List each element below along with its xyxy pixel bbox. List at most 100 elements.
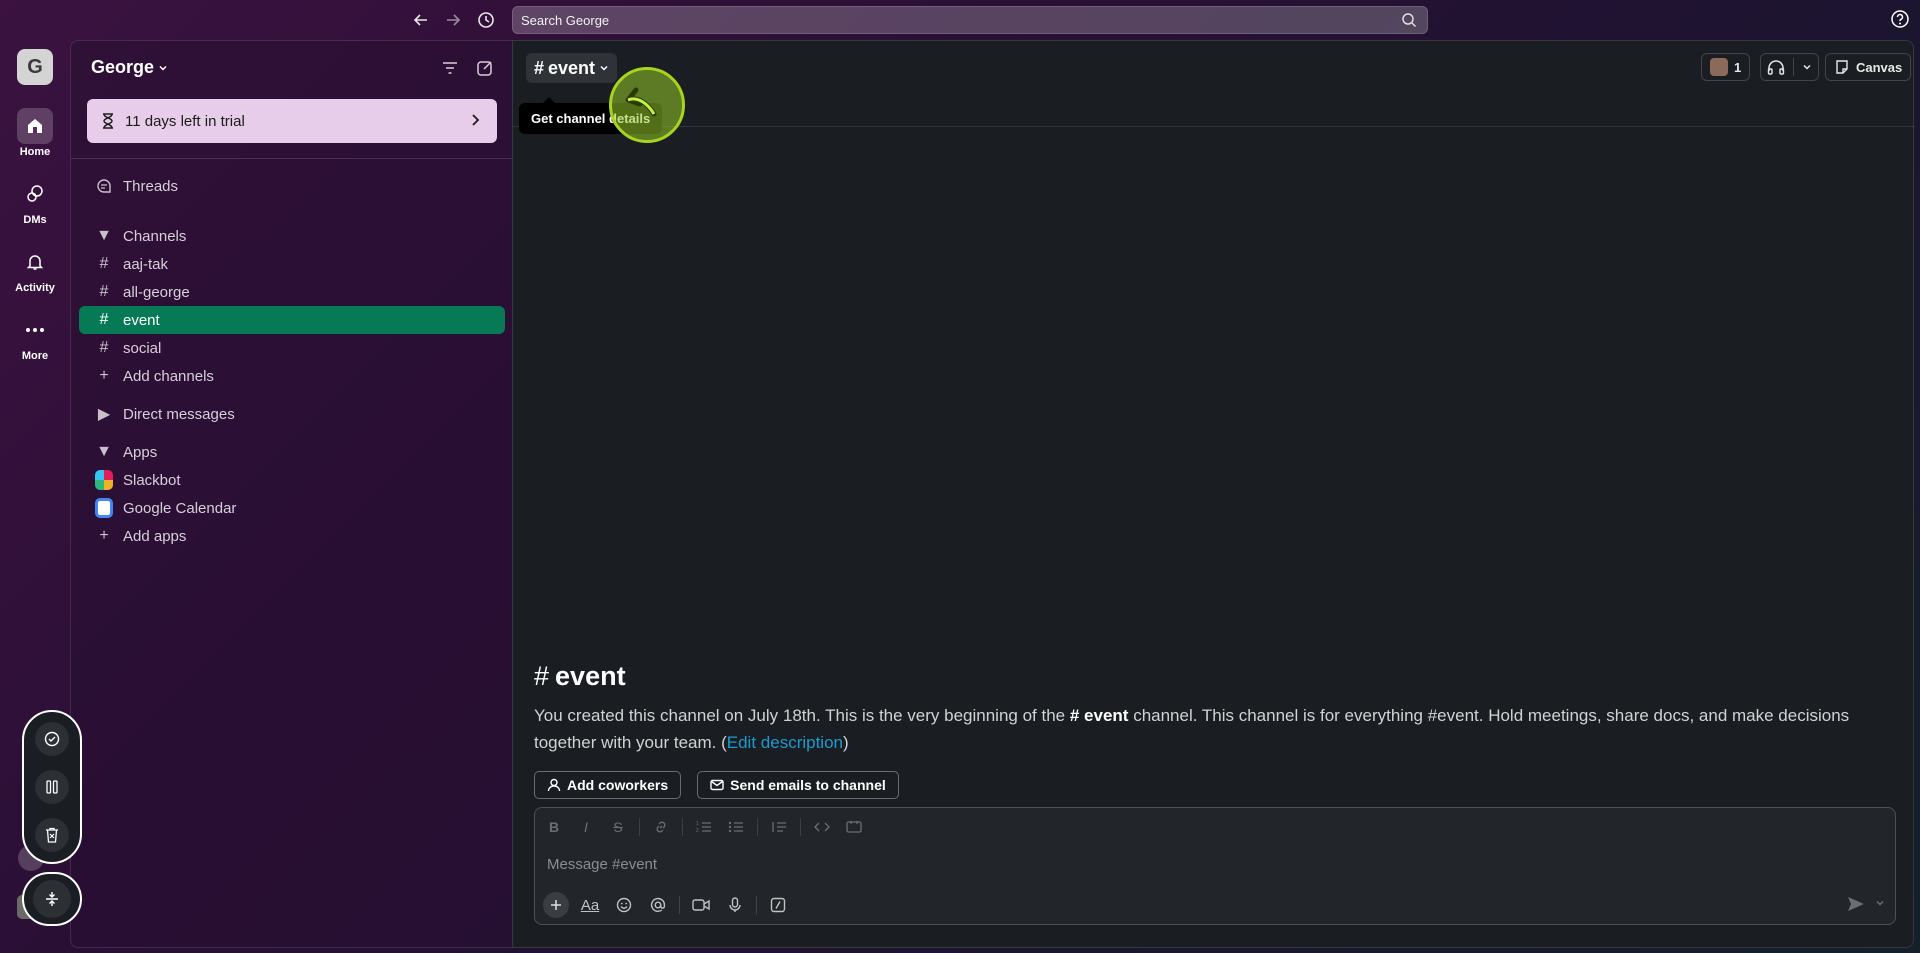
chevron-down-icon[interactable] bbox=[1875, 898, 1885, 908]
email-icon bbox=[710, 779, 724, 791]
mention-icon[interactable] bbox=[645, 892, 671, 918]
plus-icon: + bbox=[99, 527, 109, 544]
channel-label: event bbox=[123, 311, 160, 329]
code-icon[interactable] bbox=[811, 816, 833, 838]
recorder-collapse-widget bbox=[22, 872, 82, 926]
svg-text:2: 2 bbox=[696, 828, 699, 834]
section-label: Channels bbox=[123, 227, 187, 245]
hash-icon: # bbox=[534, 661, 550, 691]
link-icon[interactable] bbox=[650, 816, 672, 838]
hash-icon: # bbox=[99, 339, 109, 356]
rail-activity[interactable]: Activity bbox=[0, 244, 70, 294]
slackbot-icon bbox=[95, 470, 113, 490]
workspace-avatar[interactable]: G bbox=[17, 49, 53, 85]
microphone-icon[interactable] bbox=[722, 892, 748, 918]
add-apps-label: Add apps bbox=[123, 527, 187, 545]
search-bar[interactable]: Search George bbox=[512, 6, 1428, 34]
check-icon[interactable] bbox=[35, 722, 69, 756]
huddle-button[interactable] bbox=[1760, 53, 1819, 81]
channel-title-button[interactable]: # event Get channel details bbox=[519, 53, 663, 134]
history-clock-icon[interactable] bbox=[475, 9, 497, 31]
hash-icon: # bbox=[1069, 706, 1085, 725]
add-coworkers-label: Add coworkers bbox=[567, 777, 669, 793]
intro-channel-name: event bbox=[555, 661, 626, 691]
trial-banner[interactable]: 11 days left in trial bbox=[87, 99, 497, 143]
section-channels[interactable]: ▼ Channels bbox=[79, 222, 505, 250]
pause-icon[interactable] bbox=[35, 770, 69, 804]
back-arrow-icon[interactable] bbox=[410, 9, 432, 31]
message-input[interactable] bbox=[547, 852, 1847, 876]
sidebar-divider bbox=[71, 158, 513, 159]
bullet-list-icon[interactable] bbox=[725, 816, 747, 838]
sidebar-channel-all-george[interactable]: # all-george bbox=[79, 278, 505, 306]
headphones-icon bbox=[1767, 60, 1785, 75]
text-format-icon[interactable]: Aa bbox=[577, 892, 603, 918]
message-composer: B I S 12 Message #event Aa bbox=[534, 807, 1896, 925]
bold-icon[interactable]: B bbox=[543, 816, 565, 838]
top-bar: Search George bbox=[0, 0, 1920, 40]
channel-title: event bbox=[548, 57, 596, 78]
channel-label: social bbox=[123, 339, 162, 357]
plus-icon[interactable] bbox=[543, 892, 569, 918]
caret-down-icon: ▼ bbox=[96, 443, 112, 460]
canvas-icon bbox=[1836, 60, 1848, 74]
intro-text-close: ) bbox=[843, 733, 849, 752]
video-icon[interactable] bbox=[688, 892, 714, 918]
caret-right-icon: ▶ bbox=[97, 406, 111, 423]
add-channels-button[interactable]: + Add channels bbox=[79, 362, 505, 390]
filter-icon[interactable] bbox=[439, 57, 461, 79]
sidebar-channel-event[interactable]: # event bbox=[79, 306, 505, 334]
more-dots-icon bbox=[17, 312, 53, 348]
edit-description-link[interactable]: Edit description bbox=[727, 733, 843, 752]
section-direct-messages[interactable]: ▶ Direct messages bbox=[79, 400, 505, 428]
rail-dms-label: DMs bbox=[23, 214, 47, 226]
sidebar-channel-aaj-tak[interactable]: # aaj-tak bbox=[79, 250, 505, 278]
channel-main: # event Get channel details 1 Canvas # ev… bbox=[512, 40, 1915, 948]
chevron-down-icon[interactable] bbox=[1802, 62, 1812, 72]
intro-channel-ref[interactable]: # event bbox=[1070, 706, 1129, 725]
members-button[interactable]: 1 bbox=[1701, 53, 1751, 81]
italic-icon[interactable]: I bbox=[575, 816, 597, 838]
sidebar-item-threads[interactable]: Threads bbox=[79, 172, 505, 200]
trash-icon[interactable] bbox=[35, 818, 69, 852]
strikethrough-icon[interactable]: S bbox=[607, 816, 629, 838]
workspace-name-button[interactable]: George bbox=[91, 57, 168, 78]
recorder-widget bbox=[22, 710, 82, 864]
chevron-down-icon bbox=[159, 65, 167, 71]
google-calendar-icon bbox=[95, 498, 113, 518]
workspace-name: George bbox=[91, 57, 155, 77]
sidebar-app-slackbot[interactable]: Slackbot bbox=[79, 466, 505, 494]
intro-description: You created this channel on July 18th. T… bbox=[534, 702, 1904, 756]
emoji-icon[interactable] bbox=[611, 892, 637, 918]
add-coworkers-button[interactable]: Add coworkers bbox=[534, 771, 682, 799]
ordered-list-icon[interactable]: 12 bbox=[693, 816, 715, 838]
canvas-label: Canvas bbox=[1856, 59, 1903, 75]
compose-icon[interactable] bbox=[474, 57, 496, 79]
slash-command-icon[interactable] bbox=[765, 892, 791, 918]
hash-icon: # bbox=[534, 57, 545, 78]
section-apps[interactable]: ▼ Apps bbox=[79, 438, 505, 466]
add-apps-button[interactable]: + Add apps bbox=[79, 522, 505, 550]
canvas-button[interactable]: Canvas bbox=[1825, 53, 1912, 81]
hourglass-icon bbox=[103, 113, 113, 129]
sidebar-channel-social[interactable]: # social bbox=[79, 334, 505, 362]
intro-title: # event bbox=[534, 661, 1904, 692]
rail-more[interactable]: More bbox=[0, 312, 70, 362]
channel-label: aaj-tak bbox=[123, 255, 169, 273]
composer-actions: Aa bbox=[543, 892, 791, 918]
rail-home[interactable]: Home bbox=[0, 108, 70, 158]
send-icon[interactable] bbox=[1847, 896, 1865, 912]
collapse-icon[interactable] bbox=[33, 880, 71, 918]
bell-icon bbox=[17, 244, 53, 280]
forward-arrow-icon[interactable] bbox=[442, 9, 464, 31]
rail-activity-label: Activity bbox=[15, 282, 55, 294]
rail-dms[interactable]: DMs bbox=[0, 176, 70, 226]
person-icon bbox=[547, 778, 561, 792]
home-icon bbox=[17, 108, 53, 144]
help-icon[interactable] bbox=[1890, 9, 1910, 29]
add-channels-label: Add channels bbox=[123, 367, 214, 385]
code-block-icon[interactable] bbox=[843, 816, 865, 838]
sidebar-app-google-calendar[interactable]: Google Calendar bbox=[79, 494, 505, 522]
send-emails-button[interactable]: Send emails to channel bbox=[697, 771, 899, 799]
blockquote-icon[interactable] bbox=[768, 816, 790, 838]
